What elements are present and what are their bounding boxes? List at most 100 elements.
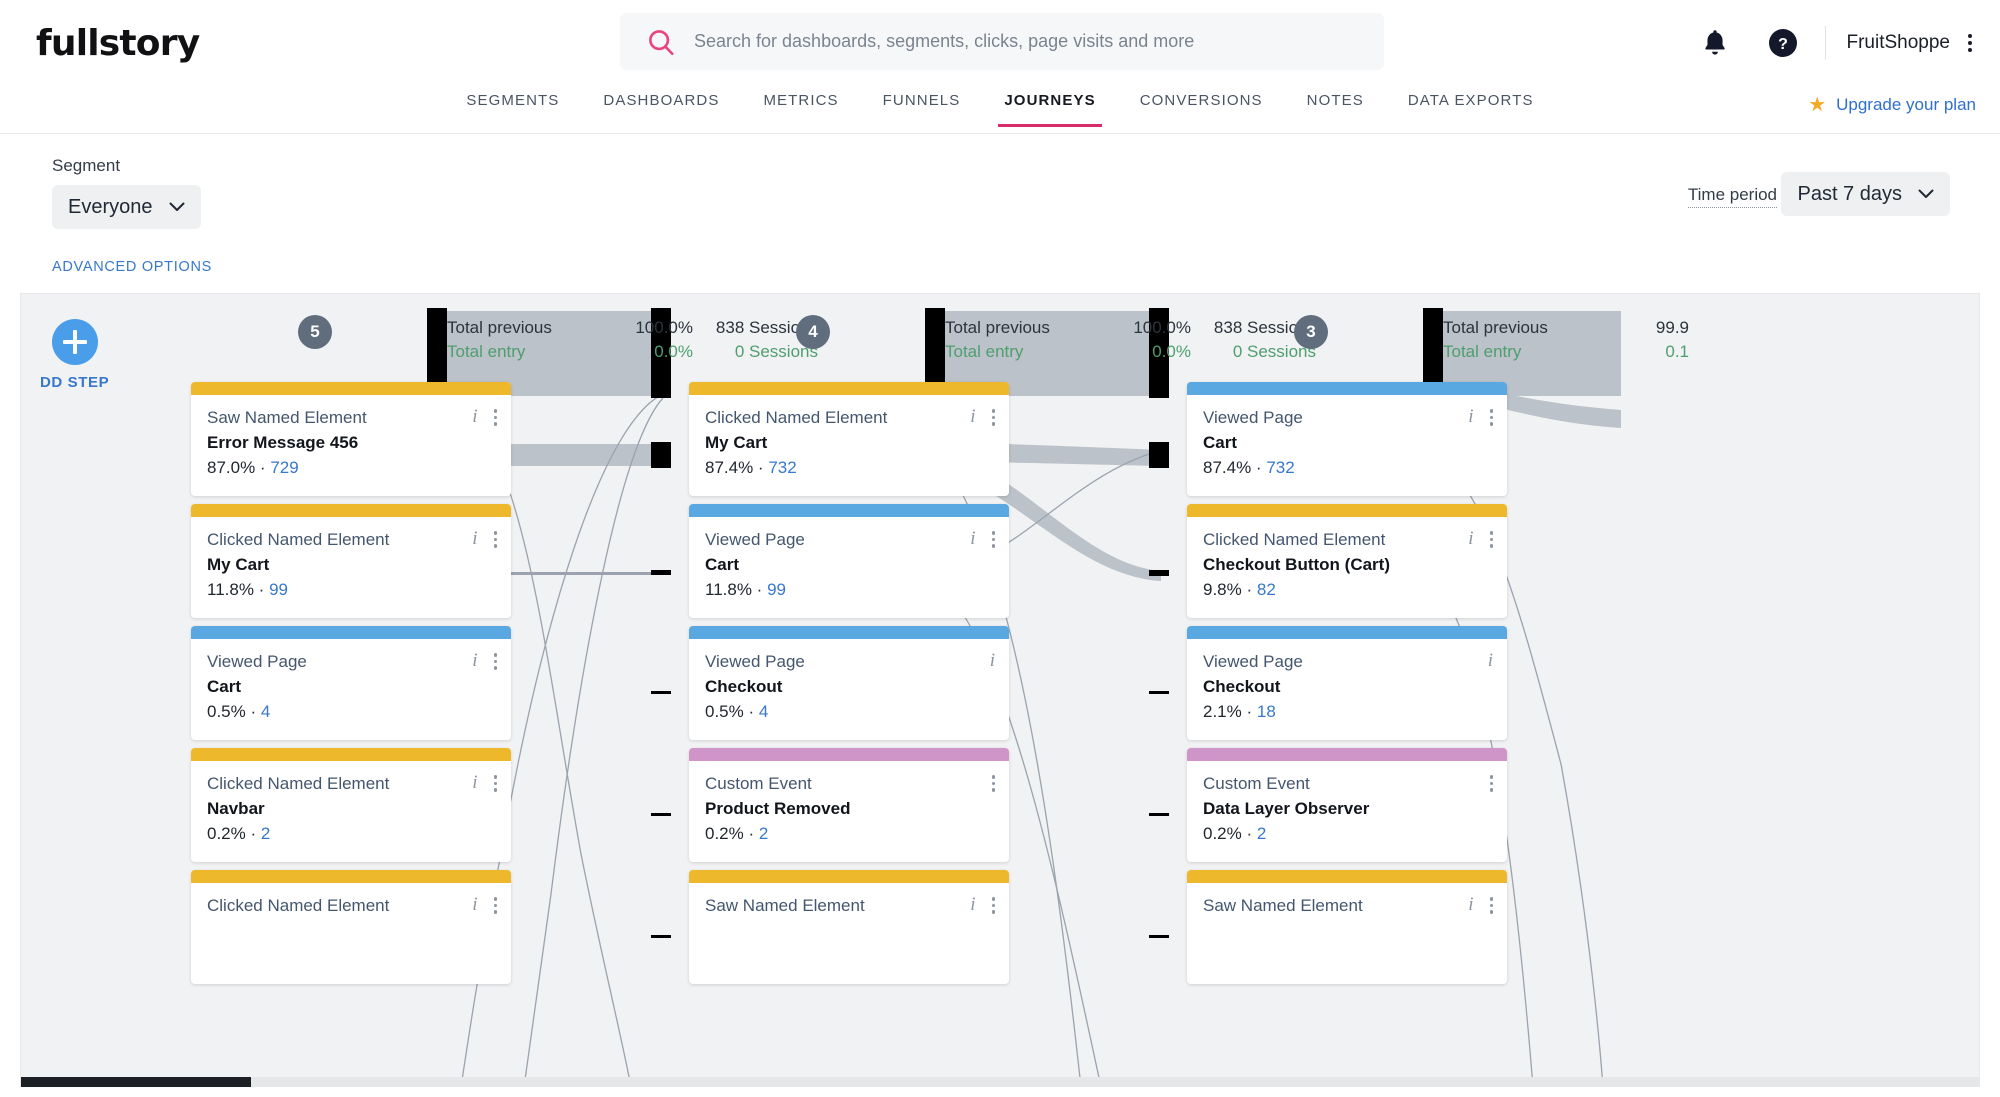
card-menu-icon[interactable]: [494, 529, 498, 548]
filter-bar: Segment Everyone ADVANCED OPTIONS Time p…: [20, 134, 1980, 294]
search-input[interactable]: [694, 31, 1354, 52]
card-event-type: Clicked Named Element: [207, 774, 495, 794]
card-event-type: Saw Named Element: [207, 408, 495, 428]
card-menu-icon[interactable]: [494, 407, 498, 426]
plus-icon: [52, 319, 98, 365]
notifications-bell-icon[interactable]: [1695, 23, 1735, 63]
journey-card[interactable]: i Viewed Page Checkout 0.5% · 4: [689, 626, 1009, 740]
card-percent: 0.2%: [1203, 824, 1242, 843]
info-icon[interactable]: i: [1468, 529, 1473, 548]
card-menu-icon[interactable]: [494, 651, 498, 670]
add-step-button[interactable]: DD STEP: [43, 319, 163, 391]
card-menu-icon[interactable]: [1490, 529, 1494, 548]
card-menu-icon[interactable]: [1490, 895, 1494, 914]
journey-canvas[interactable]: DD STEP 5 Total previous 100.0% 838 Sess…: [20, 294, 1980, 1087]
card-count[interactable]: 2: [261, 824, 270, 843]
card-color-bar: [1187, 382, 1507, 395]
journey-card[interactable]: i Clicked Named Element Checkout Button …: [1187, 504, 1507, 618]
main-nav: SEGMENTS DASHBOARDS METRICS FUNNELS JOUR…: [0, 86, 2000, 134]
horizontal-scrollbar[interactable]: [21, 1077, 1979, 1087]
info-icon[interactable]: i: [1488, 651, 1493, 670]
chevron-down-icon: [1918, 189, 1934, 199]
segment-select[interactable]: Everyone: [52, 185, 201, 229]
card-menu-icon[interactable]: [494, 773, 498, 792]
card-menu-icon[interactable]: [992, 529, 996, 548]
column-badge: 5: [298, 315, 332, 349]
info-icon[interactable]: i: [990, 651, 995, 670]
card-menu-icon[interactable]: [1490, 773, 1494, 792]
chevron-down-icon: [169, 202, 185, 212]
card-event-type: Clicked Named Element: [705, 408, 993, 428]
info-icon[interactable]: i: [970, 407, 975, 426]
journey-card[interactable]: i Saw Named Element: [689, 870, 1009, 984]
card-menu-icon[interactable]: [992, 407, 996, 426]
card-count[interactable]: 732: [768, 458, 796, 477]
info-icon[interactable]: i: [1468, 895, 1473, 914]
tab-metrics[interactable]: METRICS: [741, 86, 860, 127]
info-icon[interactable]: i: [970, 529, 975, 548]
journey-card[interactable]: i Clicked Named Element My Cart 87.4% · …: [689, 382, 1009, 496]
tab-data-exports[interactable]: DATA EXPORTS: [1386, 86, 1556, 127]
journey-card[interactable]: Custom Event Data Layer Observer 0.2% · …: [1187, 748, 1507, 862]
journey-card[interactable]: i Viewed Page Cart 11.8% · 99: [689, 504, 1009, 618]
card-count[interactable]: 82: [1257, 580, 1276, 599]
tab-segments[interactable]: SEGMENTS: [444, 86, 581, 127]
card-event-type: Viewed Page: [1203, 652, 1491, 672]
search-bar[interactable]: [620, 13, 1384, 70]
journey-card[interactable]: i Viewed Page Cart 87.4% · 732: [1187, 382, 1507, 496]
card-color-bar: [191, 382, 511, 395]
card-event-type: Clicked Named Element: [207, 896, 495, 916]
journey-card[interactable]: i Clicked Named Element My Cart 11.8% · …: [191, 504, 511, 618]
tab-journeys[interactable]: JOURNEYS: [982, 86, 1117, 127]
tab-notes[interactable]: NOTES: [1285, 86, 1386, 127]
card-count[interactable]: 4: [261, 702, 270, 721]
tab-conversions[interactable]: CONVERSIONS: [1118, 86, 1285, 127]
card-menu-icon[interactable]: [992, 895, 996, 914]
card-menu-icon[interactable]: [992, 773, 996, 792]
card-color-bar: [689, 382, 1009, 395]
account-menu-icon[interactable]: [1960, 28, 1980, 58]
card-count[interactable]: 18: [1257, 702, 1276, 721]
card-count[interactable]: 732: [1266, 458, 1294, 477]
time-period-select[interactable]: Past 7 days: [1781, 172, 1950, 216]
journey-card[interactable]: Custom Event Product Removed 0.2% · 2: [689, 748, 1009, 862]
help-icon[interactable]: ?: [1763, 23, 1803, 63]
info-icon[interactable]: i: [472, 529, 477, 548]
card-count[interactable]: 99: [767, 580, 786, 599]
card-menu-icon[interactable]: [1490, 407, 1494, 426]
card-metrics: 87.4% · 732: [705, 458, 993, 478]
card-color-bar: [689, 626, 1009, 639]
info-icon[interactable]: i: [970, 895, 975, 914]
tab-funnels[interactable]: FUNNELS: [861, 86, 983, 127]
stat-entry-sessions: [1689, 342, 1814, 362]
info-icon[interactable]: i: [472, 651, 477, 670]
journey-card[interactable]: i Viewed Page Cart 0.5% · 4: [191, 626, 511, 740]
card-count[interactable]: 2: [1257, 824, 1266, 843]
card-separator: ·: [1251, 458, 1266, 477]
journey-card[interactable]: i Clicked Named Element Navbar 0.2% · 2: [191, 748, 511, 862]
tab-dashboards[interactable]: DASHBOARDS: [581, 86, 741, 127]
fullstory-logo[interactable]: fullstory: [36, 23, 199, 64]
card-event-name: My Cart: [207, 555, 495, 575]
card-menu-icon[interactable]: [494, 895, 498, 914]
journey-card[interactable]: i Viewed Page Checkout 2.1% · 18: [1187, 626, 1507, 740]
advanced-options-link[interactable]: ADVANCED OPTIONS: [52, 259, 212, 275]
card-separator: ·: [246, 824, 261, 843]
info-icon[interactable]: i: [472, 407, 477, 426]
card-event-name: Data Layer Observer: [1203, 799, 1491, 819]
info-icon[interactable]: i: [1468, 407, 1473, 426]
card-color-bar: [191, 748, 511, 761]
journey-card[interactable]: i Saw Named Element Error Message 456 87…: [191, 382, 511, 496]
card-count[interactable]: 99: [269, 580, 288, 599]
journey-card[interactable]: i Clicked Named Element: [191, 870, 511, 984]
scrollbar-thumb[interactable]: [21, 1077, 251, 1087]
card-percent: 0.5%: [207, 702, 246, 721]
info-icon[interactable]: i: [472, 895, 477, 914]
upgrade-plan-link[interactable]: ★ Upgrade your plan: [1808, 92, 1976, 117]
card-count[interactable]: 2: [759, 824, 768, 843]
card-count[interactable]: 729: [270, 458, 298, 477]
card-count[interactable]: 4: [759, 702, 768, 721]
account-name[interactable]: FruitShoppe: [1846, 32, 1950, 54]
info-icon[interactable]: i: [472, 773, 477, 792]
journey-card[interactable]: i Saw Named Element: [1187, 870, 1507, 984]
